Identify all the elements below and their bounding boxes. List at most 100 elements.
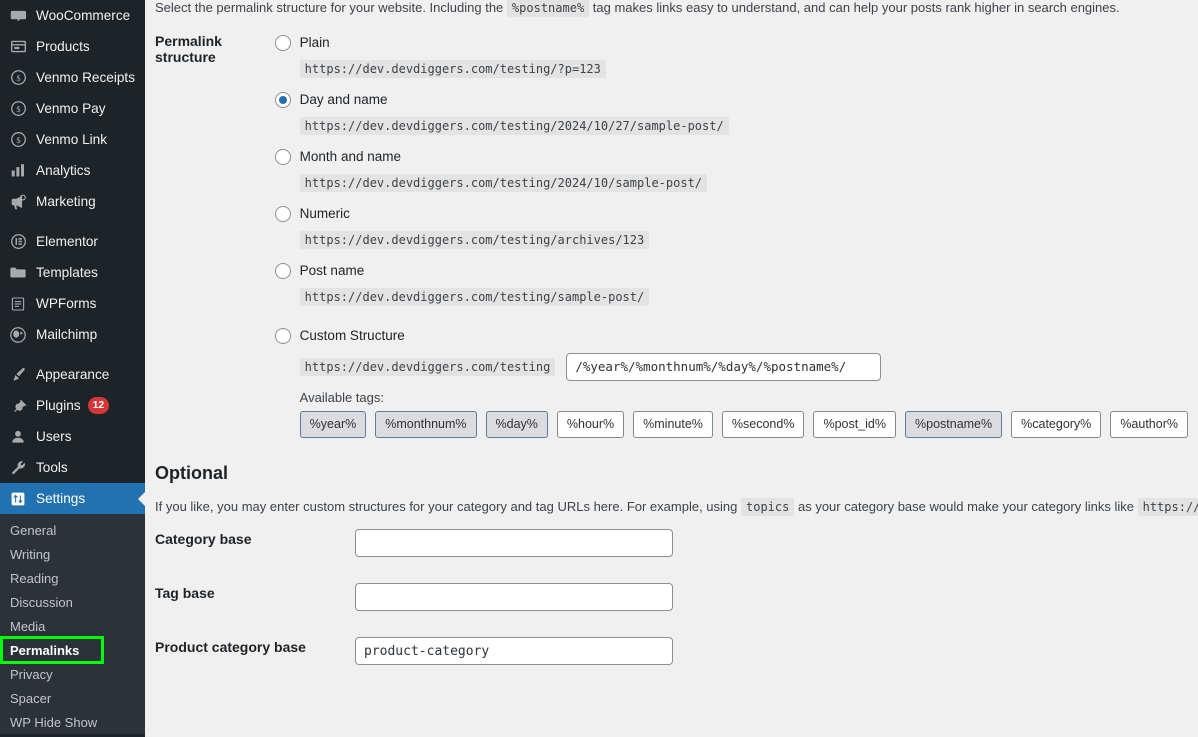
sidebar-item-appearance[interactable]: Appearance <box>0 359 145 390</box>
optional-field-cell <box>345 624 1198 678</box>
permalink-options-cell: Plain https://dev.devdiggers.com/testing/… <box>265 18 1198 451</box>
svg-text:$: $ <box>16 135 20 145</box>
sidebar-item-templates[interactable]: Templates <box>0 257 145 288</box>
tag-button-year[interactable]: %year% <box>299 410 367 438</box>
input-tag-base[interactable] <box>355 583 673 611</box>
optional-field-row: Product category base <box>145 624 1198 678</box>
permalink-radio-post-name[interactable] <box>274 262 291 279</box>
dollar-icon: $ <box>8 68 28 88</box>
tag-button-author[interactable]: %author% <box>1110 410 1188 438</box>
permalink-radio-month-and-name[interactable] <box>274 148 291 165</box>
permalink-option-row[interactable]: Day and name <box>274 88 1188 112</box>
optional-field-row: Tag base <box>145 570 1198 624</box>
tag-button-minute[interactable]: %minute% <box>633 410 713 438</box>
sidebar-item-tools[interactable]: Tools <box>0 452 145 483</box>
optional-field-label: Product category base <box>155 639 306 655</box>
main-content: Select the permalink structure for your … <box>145 0 1198 737</box>
sidebar-item-label: Products <box>36 39 90 54</box>
submenu-item-permalinks[interactable]: Permalinks <box>0 636 104 664</box>
submenu-item-wp-hide-show[interactable]: WP Hide Show <box>0 710 145 734</box>
sidebar-item-label: WooCommerce <box>36 8 131 23</box>
permalink-option-url-example: https://dev.devdiggers.com/testing/2024/… <box>299 173 708 192</box>
permalink-intro-text: Select the permalink structure for your … <box>145 0 1198 18</box>
available-tags-list: %year% %monthnum% %day% %hour% %minute% %seco… <box>299 410 1188 438</box>
submenu-item-spacer[interactable]: Spacer <box>0 686 145 710</box>
optional-section-title: Optional <box>155 462 228 483</box>
tag-button-day[interactable]: %day% <box>485 410 548 438</box>
sidebar-item-label: WPForms <box>36 296 97 311</box>
optional-fields-table: Category base Tag base Product category ba… <box>145 516 1198 678</box>
sidebar-item-plugins[interactable]: Plugins 12 <box>0 390 145 421</box>
permalink-option-label[interactable]: Plain <box>300 35 330 50</box>
sidebar-item-venmo-receipts[interactable]: $ Venmo Receipts <box>0 62 145 93</box>
sidebar-item-analytics[interactable]: Analytics <box>0 155 145 186</box>
permalink-option-row[interactable]: Post name <box>274 259 1188 283</box>
optional-field-row: Category base <box>145 516 1198 570</box>
submenu-item-privacy[interactable]: Privacy <box>0 662 145 686</box>
sidebar-item-label: Venmo Receipts <box>36 70 135 85</box>
permalink-option-label[interactable]: Post name <box>300 263 365 278</box>
optional-desc-part2: as your category base would make your ca… <box>797 498 1134 514</box>
svg-text:$: $ <box>16 104 20 114</box>
custom-structure-prefix: https://dev.devdiggers.com/testing <box>299 357 556 376</box>
optional-desc-part1: If you like, you may enter custom struct… <box>155 498 738 514</box>
sidebar-item-label: Marketing <box>36 194 96 209</box>
permalink-option-url-example: https://dev.devdiggers.com/testing/archi… <box>299 230 650 249</box>
sidebar-item-users[interactable]: Users <box>0 421 145 452</box>
wordpress-admin-screen: WooCommerce Products $ Venmo Receipts $ Venmo… <box>0 0 1198 737</box>
tag-button-post_id[interactable]: %post_id% <box>813 410 896 438</box>
sidebar-item-label: Plugins <box>36 398 81 413</box>
wrench-icon <box>8 458 28 478</box>
optional-code-topics: topics <box>741 497 795 516</box>
optional-field-cell <box>345 516 1198 570</box>
tag-button-postname[interactable]: %postname% <box>905 410 1003 438</box>
mailchimp-icon <box>8 325 28 345</box>
custom-structure-label[interactable]: Custom Structure <box>300 328 405 343</box>
permalink-option-row[interactable]: Numeric <box>274 202 1188 226</box>
permalink-radio-numeric[interactable] <box>274 205 291 222</box>
sidebar-item-label: Analytics <box>36 163 91 178</box>
tag-button-hour[interactable]: %hour% <box>556 410 625 438</box>
permalink-option-label[interactable]: Day and name <box>300 92 388 107</box>
permalink-option-label[interactable]: Month and name <box>300 149 401 164</box>
submenu-item-media[interactable]: Media <box>0 614 145 638</box>
permalink-option-row[interactable]: Month and name <box>274 145 1188 169</box>
intro-code-postname: %postname% <box>506 0 590 17</box>
admin-sidebar: WooCommerce Products $ Venmo Receipts $ Venmo… <box>0 0 145 737</box>
sidebar-item-venmo-link[interactable]: $ Venmo Link <box>0 124 145 155</box>
elementor-icon <box>8 232 28 252</box>
permalink-option-label[interactable]: Numeric <box>300 206 350 221</box>
sidebar-item-marketing[interactable]: Marketing <box>0 186 145 217</box>
sidebar-item-label: Elementor <box>36 234 98 249</box>
tag-button-category[interactable]: %category% <box>1011 410 1102 438</box>
chart-bar-icon <box>8 161 28 181</box>
submenu-item-reading[interactable]: Reading <box>0 566 145 590</box>
custom-structure-row[interactable]: Custom Structure <box>274 324 1188 348</box>
sidebar-item-venmo-pay[interactable]: $ Venmo Pay <box>0 93 145 124</box>
permalink-option-row[interactable]: Plain <box>274 31 1188 55</box>
submenu-item-writing[interactable]: Writing <box>0 542 145 566</box>
sidebar-item-settings[interactable]: Settings <box>0 483 145 514</box>
sidebar-item-label: Tools <box>36 460 68 475</box>
svg-text:$: $ <box>16 73 20 83</box>
paintbrush-icon <box>8 365 28 385</box>
sidebar-item-label: Mailchimp <box>36 327 98 342</box>
plug-icon <box>8 396 28 416</box>
input-category-base[interactable] <box>355 529 673 557</box>
custom-structure-input[interactable] <box>566 352 882 381</box>
custom-structure-radio[interactable] <box>274 327 291 344</box>
permalink-radio-day-and-name[interactable] <box>274 91 291 108</box>
sidebar-item-wpforms[interactable]: WPForms <box>0 288 145 319</box>
input-product-category-base[interactable] <box>355 637 673 665</box>
sidebar-item-elementor[interactable]: Elementor <box>0 226 145 257</box>
permalink-radio-plain[interactable] <box>274 34 291 51</box>
sidebar-item-products[interactable]: Products <box>0 31 145 62</box>
submenu-item-general[interactable]: General <box>0 518 145 542</box>
available-tags-label: Available tags: <box>299 389 384 405</box>
tag-button-second[interactable]: %second% <box>721 410 805 438</box>
sidebar-item-woocommerce[interactable]: WooCommerce <box>0 0 145 31</box>
submenu-item-discussion[interactable]: Discussion <box>0 590 145 614</box>
sidebar-item-mailchimp[interactable]: Mailchimp <box>0 319 145 350</box>
woocommerce-icon <box>8 6 28 26</box>
tag-button-monthnum[interactable]: %monthnum% <box>375 410 477 438</box>
